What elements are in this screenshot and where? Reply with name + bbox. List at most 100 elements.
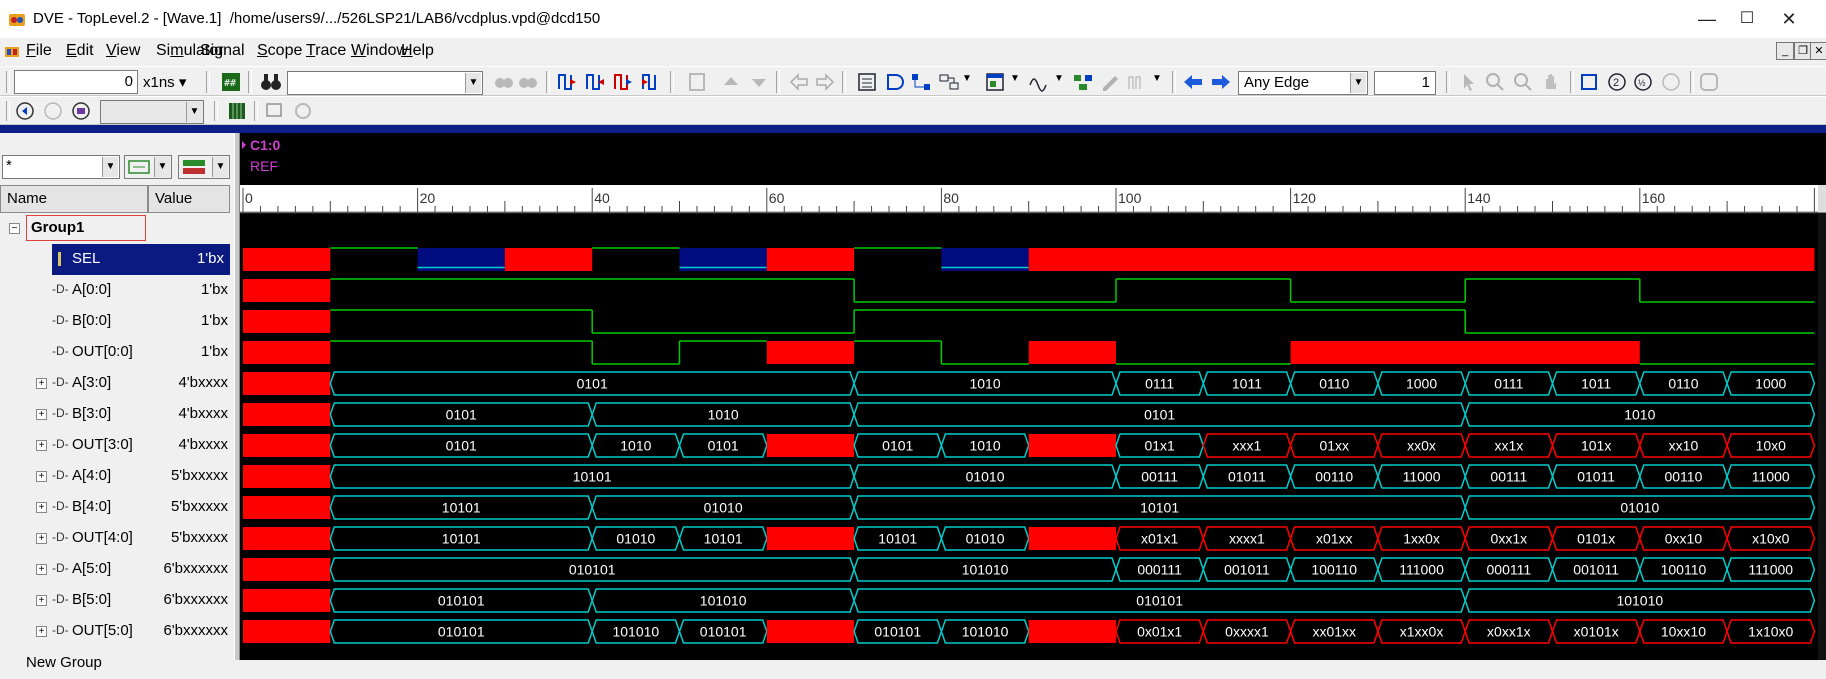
toolbar-grip[interactable] [1570, 71, 1574, 93]
signal-row[interactable]: + -D- A[3:0] 4'bxxxx [0, 368, 234, 399]
edge-next-icon[interactable] [584, 71, 606, 93]
waveform-canvas[interactable]: C1:0 REF 0 20 40 60 80 100 120 140 160 0101 1010 0111… [240, 133, 1826, 660]
gate-icon[interactable] [884, 71, 906, 93]
zoom-half-icon[interactable]: ½ [1632, 71, 1654, 93]
toolbar-grip[interactable] [6, 71, 10, 93]
toolbar-grip[interactable] [6, 101, 10, 121]
signal-row[interactable]: + -D- B[4:0] 5'bxxxxx [0, 492, 234, 523]
toolbar-grip[interactable] [254, 101, 258, 121]
minimize-button[interactable]: — [1690, 6, 1724, 32]
chevron-down-icon[interactable]: ▼ [1010, 73, 1020, 84]
prev-edge-arrow-icon[interactable] [1182, 71, 1204, 93]
forward-arrow-icon[interactable] [814, 71, 836, 93]
binoculars-icon[interactable] [260, 71, 282, 93]
time-unit-select[interactable]: x1ns ▾ [143, 73, 186, 91]
expand-icon[interactable]: + [36, 533, 47, 544]
mdi-minimize-button[interactable]: _ [1776, 42, 1794, 60]
signal-row[interactable]: + -D- B[5:0] 6'bxxxxxx [0, 585, 234, 616]
back-arrow-icon[interactable] [788, 71, 810, 93]
chevron-down-icon[interactable]: ▼ [1350, 73, 1366, 93]
menu-item-scope[interactable]: Scope [257, 42, 302, 60]
zoom-disabled-icon[interactable] [1660, 71, 1682, 93]
refresh-icon[interactable] [292, 100, 314, 122]
toolbar-grip[interactable] [670, 71, 674, 93]
expand-icon[interactable]: + [36, 471, 47, 482]
toolbar-grip[interactable] [842, 71, 846, 93]
signal-row[interactable]: + -D- OUT[4:0] 5'bxxxxx [0, 523, 234, 554]
expand-icon[interactable]: + [36, 626, 47, 637]
signal-filter-input[interactable]: * ▼ [2, 155, 120, 179]
expand-icon[interactable]: + [36, 440, 47, 451]
value-column-header[interactable]: Value [148, 185, 230, 213]
signal-row[interactable]: + -D- A[4:0] 5'bxxxxx [0, 461, 234, 492]
zoom-in-icon[interactable] [1484, 71, 1506, 93]
mdi-close-button[interactable]: ✕ [1810, 42, 1826, 60]
hand-pan-icon[interactable] [1540, 71, 1562, 93]
marker-icon[interactable] [1126, 71, 1148, 93]
chevron-down-icon[interactable]: ▼ [154, 157, 170, 177]
pointer-icon[interactable] [1458, 71, 1480, 93]
expand-icon[interactable]: + [36, 564, 47, 575]
expand-icon[interactable]: + [36, 502, 47, 513]
toolbar-grip[interactable] [248, 71, 252, 93]
search-input[interactable]: ▼ [287, 71, 483, 95]
menu-item-view[interactable]: View [106, 42, 140, 60]
window-view-icon[interactable] [984, 71, 1006, 93]
find-next-icon[interactable] [516, 71, 538, 93]
signal-row[interactable]: + -D- OUT[5:0] 6'bxxxxxx [0, 616, 234, 647]
toolbar-grip[interactable] [1690, 71, 1694, 93]
window-icon[interactable] [264, 100, 286, 122]
signal-type-filter[interactable]: ▼ [124, 155, 172, 179]
hierarchy-icon[interactable] [910, 71, 932, 93]
name-column-header[interactable]: Name [0, 185, 148, 213]
edge-count-input[interactable]: 1 [1374, 71, 1436, 95]
scope-list-icon[interactable] [70, 100, 92, 122]
memory-icon[interactable] [226, 100, 248, 122]
up-icon[interactable] [720, 71, 742, 93]
chevron-down-icon[interactable]: ▼ [1152, 73, 1162, 84]
menu-item-trace[interactable]: Trace [306, 42, 346, 60]
list-view-icon[interactable] [856, 71, 878, 93]
waveform-pane[interactable]: C1:0 REF 0 20 40 60 80 100 120 140 160 0101 1010 0111… [240, 133, 1826, 660]
analog-icon[interactable] [1028, 71, 1050, 93]
toolbar-grip[interactable] [1446, 71, 1450, 93]
find-previous-icon[interactable] [492, 71, 514, 93]
group-name[interactable]: Group1 [26, 215, 146, 241]
collapse-icon[interactable]: − [9, 223, 20, 234]
menu-item-window[interactable]: Window [351, 42, 408, 60]
toolbar-grip[interactable] [206, 71, 210, 93]
signal-row[interactable]: SEL 1'bx [52, 244, 230, 275]
toolbar-grip[interactable] [776, 71, 780, 93]
zoom-fit-icon[interactable] [1578, 71, 1600, 93]
chevron-down-icon[interactable]: ▼ [102, 157, 118, 177]
new-group-row[interactable]: New Group [0, 648, 234, 679]
edge-prev-icon[interactable] [556, 71, 578, 93]
menu-item-file[interactable]: File [26, 42, 52, 60]
expand-icon[interactable]: + [36, 409, 47, 420]
group-icon[interactable] [1072, 71, 1094, 93]
chevron-down-icon[interactable]: ▼ [962, 73, 972, 84]
chevron-down-icon[interactable]: ▼ [465, 73, 481, 93]
toolbar-grip[interactable] [214, 101, 218, 121]
save-icon[interactable] [686, 71, 708, 93]
expand-icon[interactable]: + [36, 595, 47, 606]
schematic-icon[interactable] [938, 71, 960, 93]
zoom-2x-icon[interactable]: 2 [1606, 71, 1628, 93]
window-menu-icon[interactable] [4, 44, 20, 60]
signal-row[interactable]: + -D- A[5:0] 6'bxxxxxx [0, 554, 234, 585]
signal-row[interactable]: -D- A[0:0] 1'bx [0, 275, 234, 306]
edge-search-icon[interactable] [612, 71, 634, 93]
display-filter[interactable]: ▼ [178, 155, 230, 179]
down-icon[interactable] [748, 71, 770, 93]
layout-icon[interactable] [1698, 71, 1720, 93]
signal-row[interactable]: -D- B[0:0] 1'bx [0, 306, 234, 337]
chevron-down-icon[interactable]: ▼ [212, 157, 228, 177]
close-button[interactable]: ✕ [1772, 6, 1806, 32]
toolbar-grip[interactable] [1172, 71, 1176, 93]
edge-search-back-icon[interactable] [640, 71, 662, 93]
scope-forward-icon[interactable] [42, 100, 64, 122]
menu-item-signal[interactable]: Signal [200, 42, 245, 60]
menu-item-edit[interactable]: Edit [66, 42, 94, 60]
maximize-button[interactable]: ☐ [1730, 6, 1764, 32]
chevron-down-icon[interactable]: ▼ [1054, 73, 1064, 84]
